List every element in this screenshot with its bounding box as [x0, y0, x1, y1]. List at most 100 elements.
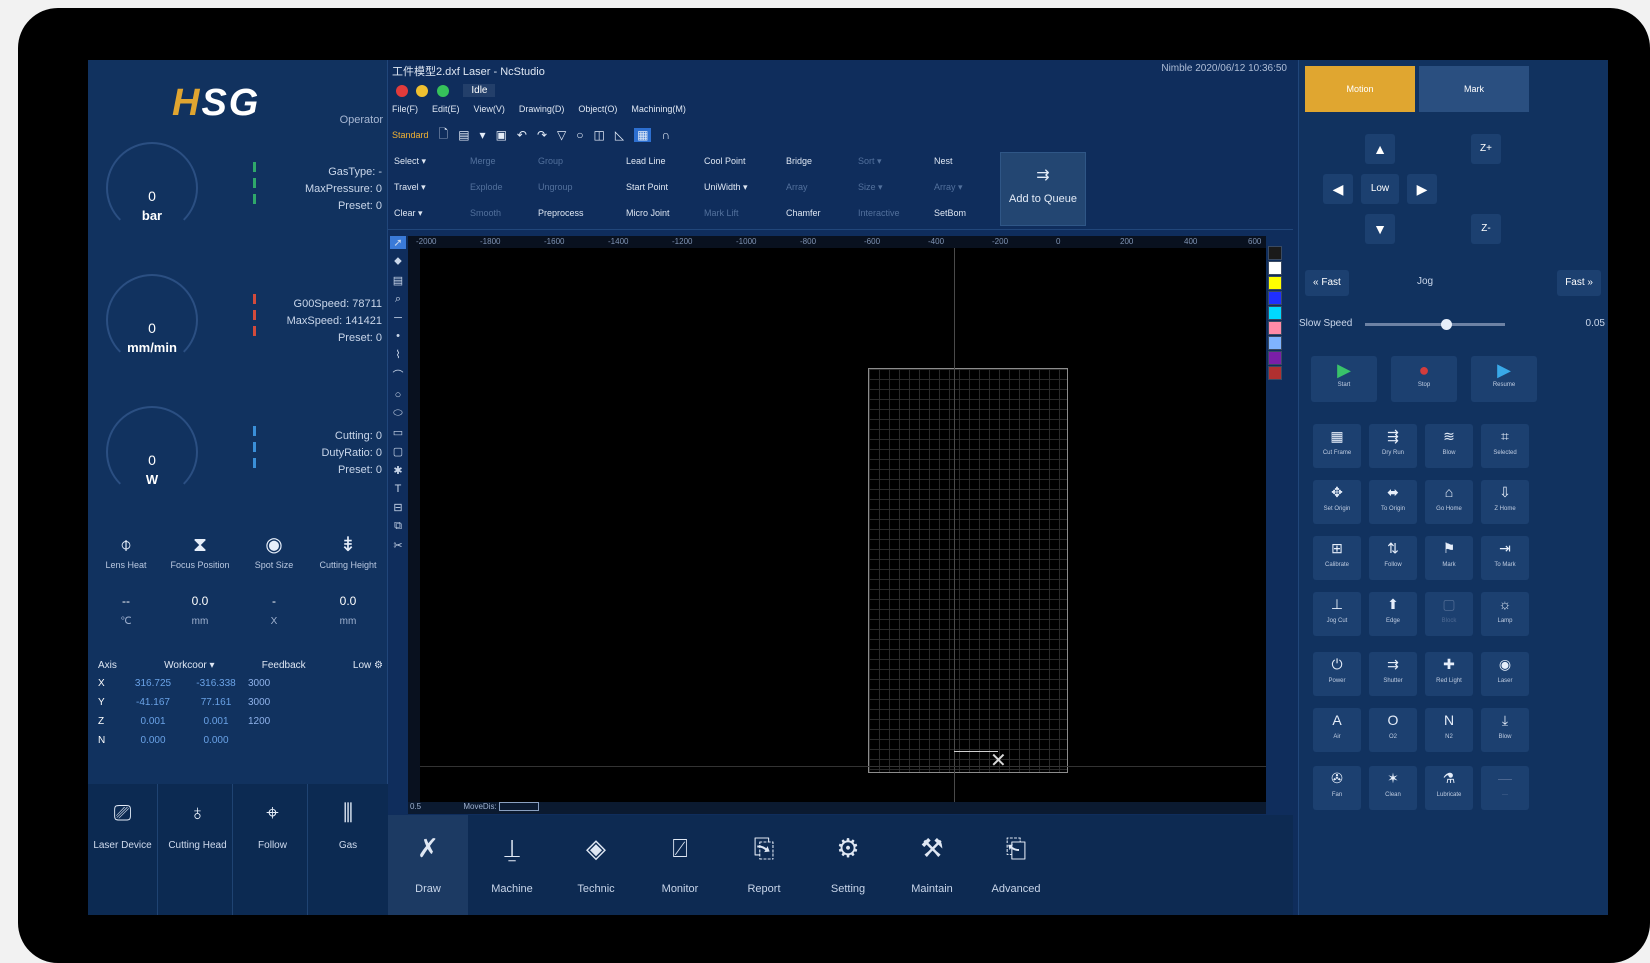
text-icon[interactable]: T: [395, 483, 402, 495]
selected-button[interactable]: ⌗ Selected: [1481, 424, 1529, 468]
interactive-tool[interactable]: Interactive: [858, 208, 900, 218]
follow-button[interactable]: ⌖ Follow: [238, 784, 308, 915]
cool-point-tool[interactable]: Cool Point: [704, 156, 746, 166]
calibrate-button[interactable]: ⊞ Calibrate: [1313, 536, 1361, 580]
magnet-icon[interactable]: ∩: [661, 128, 670, 142]
focus-position-tool[interactable]: ⧗ Focus Position 0.0 mm: [164, 530, 236, 627]
laser-button[interactable]: ◉ Laser: [1481, 652, 1529, 696]
set-origin-button[interactable]: ✥ Set Origin: [1313, 480, 1361, 524]
size-tool[interactable]: Size ▾: [858, 182, 883, 193]
menu-machining[interactable]: Machining(M): [631, 104, 686, 114]
start-point-tool[interactable]: Start Point: [626, 182, 668, 192]
polyline-icon[interactable]: ⌇: [395, 348, 400, 361]
nav-maintain[interactable]: ⚒ Maintain: [892, 815, 972, 915]
point-icon[interactable]: •: [396, 330, 400, 342]
lens-heat-tool[interactable]: ⌽ Lens Heat -- ℃: [90, 530, 162, 627]
menu-drawing[interactable]: Drawing(D): [519, 104, 565, 114]
layer-swatch[interactable]: [1268, 321, 1282, 335]
drawing-canvas[interactable]: ✕: [420, 248, 1266, 802]
measure-icon[interactable]: ◫: [594, 128, 605, 142]
go-home-button[interactable]: ⌂ Go Home: [1425, 480, 1473, 524]
undo-icon[interactable]: ↶: [517, 128, 527, 142]
add-to-queue-button[interactable]: ⇉ Add to Queue: [1000, 152, 1086, 226]
layer-swatch[interactable]: [1268, 351, 1282, 365]
preprocess-tool[interactable]: Preprocess: [538, 208, 584, 218]
arc-icon[interactable]: ⌒: [393, 367, 404, 383]
layer-swatch[interactable]: [1268, 291, 1282, 305]
jog-speed-low-button[interactable]: Low: [1361, 174, 1399, 204]
uniwidth-tool[interactable]: UniWidth ▾: [704, 182, 748, 193]
tab-motion[interactable]: Motion: [1305, 66, 1415, 112]
array-dropdown[interactable]: Array ▾: [934, 182, 963, 193]
edge-button[interactable]: ⬆ Edge: [1369, 592, 1417, 636]
gas-button[interactable]: ⫼ Gas: [313, 784, 383, 915]
ungroup-tool[interactable]: Ungroup: [538, 182, 573, 192]
mirror-icon[interactable]: ⧉: [394, 520, 402, 533]
array-tool[interactable]: Array: [786, 182, 808, 192]
save-icon[interactable]: ▣: [496, 128, 507, 142]
z-up-button[interactable]: Z+: [1471, 134, 1501, 164]
clean-button[interactable]: ✶ Clean: [1369, 766, 1417, 810]
line-icon[interactable]: ─: [394, 312, 402, 324]
rectangle-icon[interactable]: ▭: [393, 426, 403, 439]
start-button[interactable]: ▶ Start: [1311, 356, 1377, 402]
open-icon[interactable]: ▾: [480, 128, 486, 142]
ruler-icon[interactable]: ▦: [634, 128, 652, 142]
nav-advanced[interactable]: ⎗ Advanced: [976, 815, 1056, 915]
dimension-icon[interactable]: ⊟: [393, 501, 402, 514]
nest-tool[interactable]: Nest: [934, 156, 953, 166]
clear-tool[interactable]: Clear ▾: [394, 208, 423, 219]
mark-lift-tool[interactable]: Mark Lift: [704, 208, 739, 218]
red-light-button[interactable]: ✚ Red Light: [1425, 652, 1473, 696]
layer-swatch[interactable]: [1268, 306, 1282, 320]
block-button[interactable]: ▢ Block: [1425, 592, 1473, 636]
merge-tool[interactable]: Merge: [470, 156, 496, 166]
fan-button[interactable]: ✇ Fan: [1313, 766, 1361, 810]
workcoor-dropdown[interactable]: Workcoor ▾: [164, 660, 214, 671]
rounded-rect-icon[interactable]: ▢: [393, 445, 403, 458]
n2-button[interactable]: N N2: [1425, 708, 1473, 752]
layer-swatch[interactable]: [1268, 246, 1282, 260]
slider-thumb[interactable]: [1441, 319, 1453, 330]
nav-machine[interactable]: ⍊ Machine: [472, 815, 552, 915]
nav-draw[interactable]: ✗ Draw: [388, 815, 468, 915]
slow-speed-slider[interactable]: [1365, 319, 1505, 330]
import-icon[interactable]: ▤: [458, 128, 469, 142]
menu-file[interactable]: File(F): [392, 104, 418, 114]
layer-swatch[interactable]: [1268, 366, 1282, 380]
chart-icon[interactable]: ◺: [615, 128, 624, 142]
cutting-head-button[interactable]: ♁ Cutting Head: [163, 784, 233, 915]
fast-left-button[interactable]: « Fast: [1305, 270, 1349, 296]
layer-swatch[interactable]: [1268, 336, 1282, 350]
bridge-tool[interactable]: Bridge: [786, 156, 812, 166]
power-button[interactable]: ⏻ Power: [1313, 652, 1361, 696]
lead-line-tool[interactable]: Lead Line: [626, 156, 666, 166]
spot-size-tool[interactable]: ◉ Spot Size - X: [238, 530, 310, 627]
star-icon[interactable]: ✱: [393, 464, 402, 477]
nav-report[interactable]: ⎘ Report: [724, 815, 804, 915]
follow-button[interactable]: ⇅ Follow: [1369, 536, 1417, 580]
nav-technic[interactable]: ◈ Technic: [556, 815, 636, 915]
menu-view[interactable]: View(V): [474, 104, 505, 114]
laser-device-button[interactable]: ⎚ Laser Device: [88, 784, 158, 915]
menu-object[interactable]: Object(O): [578, 104, 617, 114]
stop-button[interactable]: ● Stop: [1391, 356, 1457, 402]
low-speed-setting[interactable]: Low ⚙: [353, 660, 383, 671]
mark-button[interactable]: ⚑ Mark: [1425, 536, 1473, 580]
redo-icon[interactable]: ↷: [537, 128, 547, 142]
explode-tool[interactable]: Explode: [470, 182, 503, 192]
shutter-button[interactable]: ⇉ Shutter: [1369, 652, 1417, 696]
micro-joint-tool[interactable]: Micro Joint: [626, 208, 670, 218]
--button[interactable]: — —: [1481, 766, 1529, 810]
zoom-icon[interactable]: ⌕: [395, 293, 401, 306]
node-edit-icon[interactable]: ⬥: [394, 255, 402, 268]
pan-icon[interactable]: ▤: [393, 274, 403, 287]
jog-down-button[interactable]: ▼: [1365, 214, 1395, 244]
circle-draw-icon[interactable]: ○: [395, 389, 402, 401]
cutting-height-tool[interactable]: ⇟ Cutting Height 0.0 mm: [312, 530, 384, 627]
resume-button[interactable]: ▶ Resume: [1471, 356, 1537, 402]
menu-edit[interactable]: Edit(E): [432, 104, 460, 114]
air-button[interactable]: A Air: [1313, 708, 1361, 752]
to-mark-button[interactable]: ⇥ To Mark: [1481, 536, 1529, 580]
dry-run-button[interactable]: ⇶ Dry Run: [1369, 424, 1417, 468]
